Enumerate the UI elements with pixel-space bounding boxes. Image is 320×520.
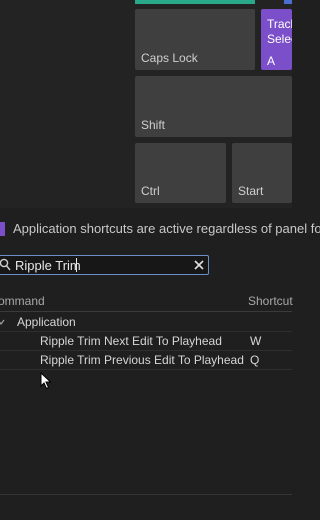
key-label: Ctrl	[141, 184, 160, 198]
key-command-label: Track Select	[267, 17, 292, 46]
key-caps-lock[interactable]: Caps Lock	[135, 9, 255, 70]
key-label: Caps Lock	[141, 51, 198, 65]
key-start[interactable]: Start	[232, 143, 292, 203]
close-icon[interactable]	[193, 259, 205, 271]
key-top-row-edge	[135, 0, 255, 4]
key-shift[interactable]: Shift	[135, 76, 292, 137]
row-divider	[0, 369, 292, 370]
shortcut-key[interactable]: W	[250, 334, 261, 348]
key-label: Shift	[141, 118, 166, 132]
key-label: Start	[238, 184, 264, 198]
table-row[interactable]: Ripple Trim Next Edit To Playhead W	[0, 332, 292, 350]
mouse-pointer-icon	[40, 372, 52, 390]
shortcut-key[interactable]: Q	[250, 353, 259, 367]
tree-group-application[interactable]: Application	[0, 313, 292, 331]
app-shortcut-color-swatch	[0, 222, 5, 236]
command-name: Ripple Trim Next Edit To Playhead	[40, 334, 222, 348]
key-label: A	[267, 54, 276, 68]
keyboard-layout: Caps Lock Track Select A Shift Ctrl Star…	[0, 0, 292, 208]
key-a[interactable]: Track Select A	[261, 9, 292, 70]
search-icon	[0, 258, 11, 271]
legend-text: Application shortcuts are active regardl…	[13, 221, 320, 236]
search-input[interactable]	[15, 257, 185, 273]
column-header-command[interactable]: ommand	[0, 294, 45, 308]
column-header-shortcut[interactable]: Shortcut	[248, 294, 293, 308]
command-name: Ripple Trim Previous Edit To Playhead	[40, 353, 244, 367]
header-divider	[0, 311, 292, 312]
key-ctrl[interactable]: Ctrl	[135, 143, 226, 203]
table-row[interactable]: Ripple Trim Previous Edit To Playhead Q	[0, 351, 292, 369]
text-caret	[76, 258, 77, 272]
key-top-row-edge-right	[284, 0, 292, 4]
chevron-down-icon[interactable]	[0, 318, 5, 326]
group-label: Application	[17, 315, 76, 329]
panel-bottom-divider	[0, 494, 292, 495]
search-field[interactable]	[0, 255, 209, 275]
